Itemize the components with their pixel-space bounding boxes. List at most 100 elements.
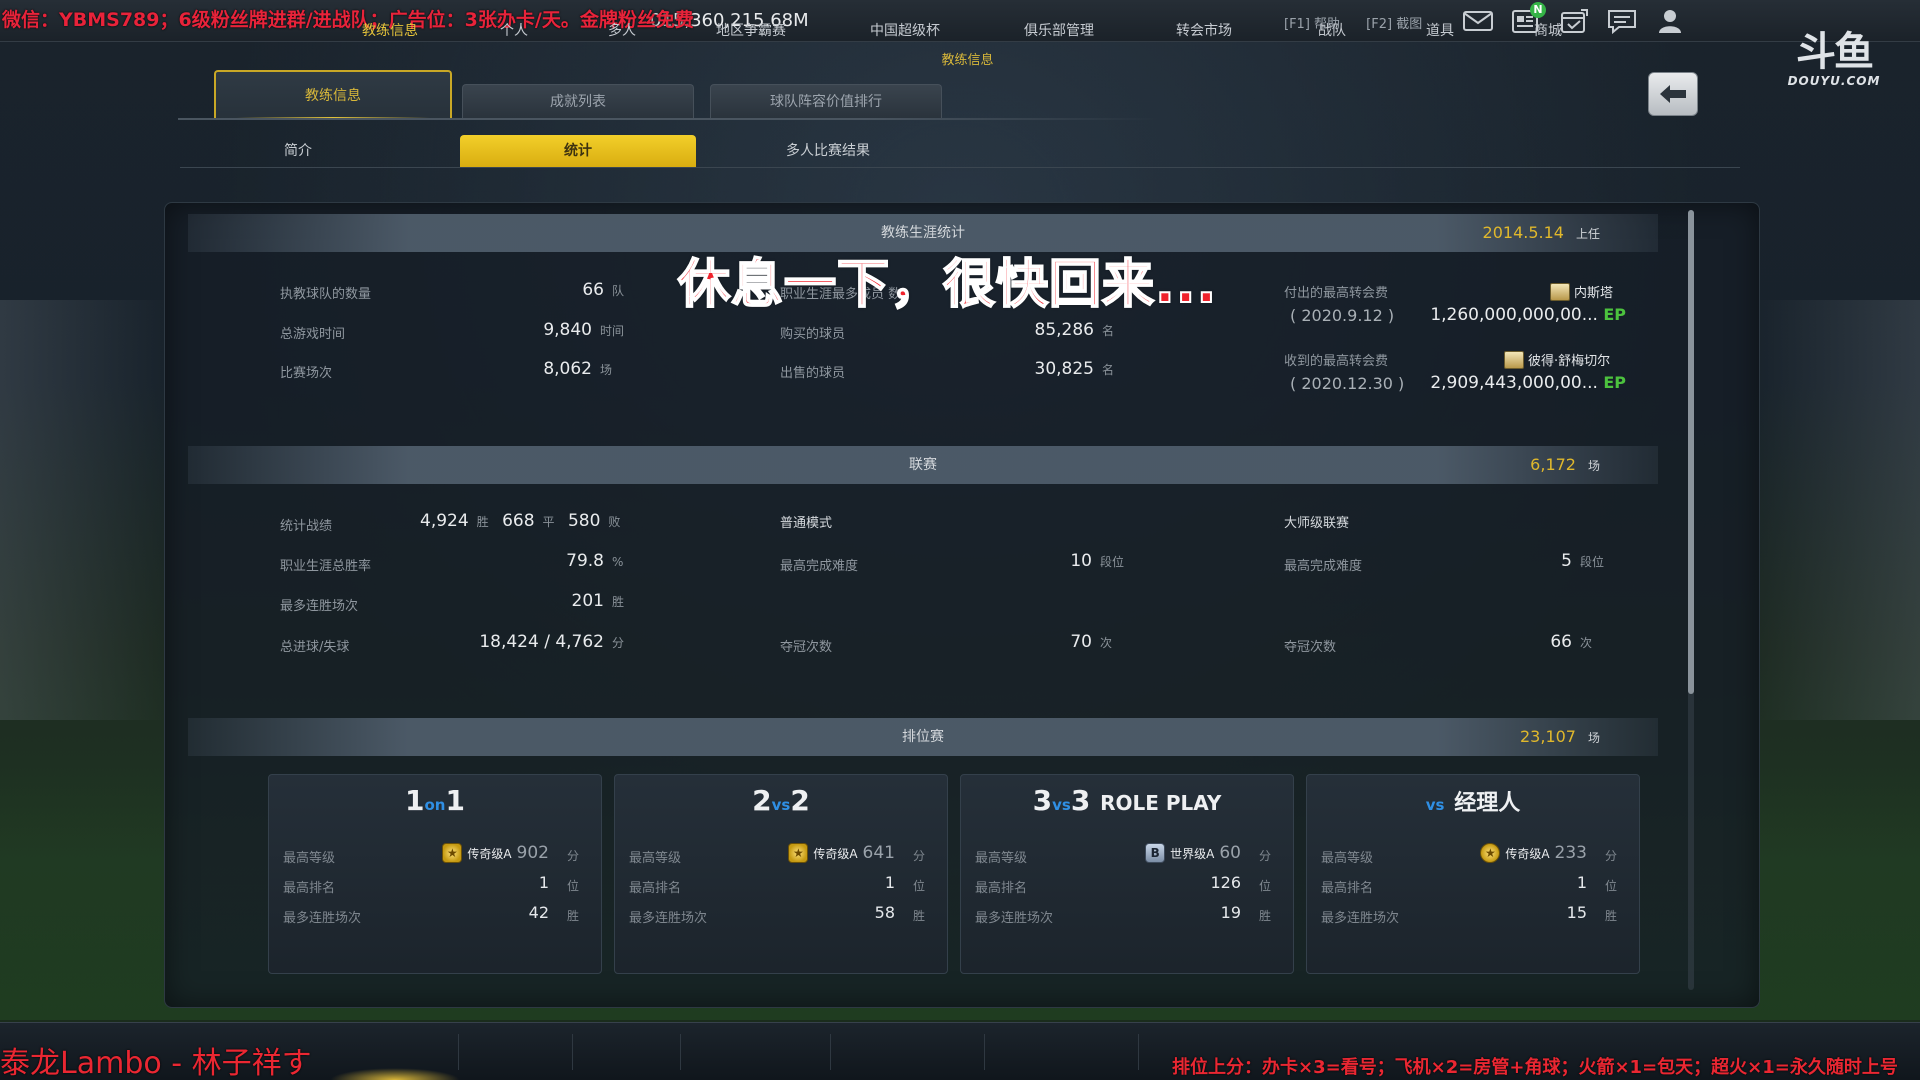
normal-mode-title: 普通模式: [780, 516, 833, 531]
nav-multiplayer[interactable]: 多人: [608, 20, 636, 40]
normal-titles-unit: 次: [1100, 636, 1113, 650]
screenshot-hotkey[interactable]: [F2] 截图: [1366, 17, 1422, 32]
grade-name: 传奇级A: [1505, 846, 1550, 861]
normal-titles-value: 70 次: [1000, 632, 1140, 652]
ranked-card-1on1[interactable]: 1on1 最高等级 ★ 传奇级A 902 分 最高排名 1 位 最多连胜场次 42 …: [268, 774, 602, 974]
highest-fee-received-player[interactable]: 彼得·舒梅切尔: [1504, 350, 1610, 369]
nav-single[interactable]: 个人: [500, 20, 528, 40]
normal-titles-number: 70: [1070, 632, 1092, 652]
window-title: 教练信息: [941, 53, 994, 68]
tab-coach-info[interactable]: 教练信息: [214, 70, 452, 120]
master-titles-number: 66: [1550, 632, 1572, 652]
highest-fee-paid-date: ( 2020.9.12 ): [1290, 306, 1395, 325]
teams-coached-unit: 队: [612, 284, 625, 298]
nav-divider: [1138, 1034, 1139, 1070]
career-winrate-number: 79.8: [566, 551, 604, 571]
streak-unit: 胜: [1604, 909, 1617, 923]
league-record-label: 统计战绩: [280, 519, 333, 534]
nav-items[interactable]: 道具: [1426, 20, 1454, 40]
nav-divider: [572, 1034, 573, 1070]
star-medal-icon: ★: [1480, 843, 1501, 863]
subtab-divider: [180, 167, 1740, 168]
win-streak-label: 最多连胜场次: [283, 911, 362, 926]
subtab-multiplayer-results[interactable]: 多人比赛结果: [710, 135, 946, 167]
ranked-total-unit: 场: [1587, 731, 1600, 745]
highest-grade-label: 最高等级: [1321, 851, 1374, 866]
nav-divider: [984, 1034, 985, 1070]
highest-fee-received-label: 收到的最高转会费: [1284, 354, 1389, 369]
card-title-mid: vs: [1425, 796, 1445, 814]
nav-divider: [458, 1034, 459, 1070]
goals-value: 18,424 / 4,762 分: [420, 632, 640, 652]
highest-grade-value: ★ 传奇级A 233: [1480, 843, 1587, 863]
card-title-part: 3: [1070, 784, 1091, 817]
ranked-total: 23,107 场: [1520, 718, 1600, 757]
matches-played-number: 8,062: [543, 359, 592, 379]
subtab-stats[interactable]: 统计: [460, 135, 696, 167]
highest-fee-paid-player[interactable]: 内斯塔: [1550, 282, 1613, 301]
streak-unit: 胜: [1258, 909, 1271, 923]
nav-regional-battle[interactable]: 地区争霸赛: [716, 20, 786, 40]
nav-team[interactable]: 战队: [1318, 20, 1346, 40]
normal-difficulty-value: 10 段位: [1000, 551, 1140, 571]
chat-icon[interactable]: [1606, 6, 1638, 36]
ranked-card-vs-manager[interactable]: vs 经理人 最高等级 ★ 传奇级A 233 分 最高排名 1 位 最多连胜场次 1…: [1306, 774, 1640, 974]
league-draws: 668: [502, 511, 535, 531]
scrollbar-thumb[interactable]: [1688, 210, 1694, 694]
league-record-value: 4,924 胜 668 平 580 败: [420, 511, 640, 531]
career-winrate-value: 79.8%: [480, 551, 640, 571]
ranked-section-title: 排位赛: [902, 729, 944, 745]
active-nav-glow: [330, 1068, 460, 1080]
win-streak-value: 19: [1220, 903, 1241, 922]
total-playtime-number: 9,840: [543, 320, 592, 340]
win-streak-label: 最多连胜场次: [629, 911, 708, 926]
profile-icon[interactable]: [1654, 6, 1686, 36]
highest-fee-paid-value: 1,260,000,000,00... EP: [1420, 305, 1626, 325]
highest-fee-paid-player-name: 内斯塔: [1574, 286, 1614, 301]
player-card-icon: [1504, 350, 1524, 369]
matches-played-value: 8,062 场: [480, 359, 640, 379]
nav-transfer-market[interactable]: 转会市场: [1176, 20, 1232, 40]
highest-rank-value: 1: [884, 873, 895, 892]
master-titles-label: 夺冠次数: [1284, 640, 1337, 655]
highest-fee-paid-currency: EP: [1603, 305, 1626, 324]
win-streak-label: 最多连胜场次: [280, 599, 359, 614]
nav-club-management[interactable]: 俱乐部管理: [1024, 20, 1094, 40]
highest-rank-label: 最高排名: [283, 881, 336, 896]
highest-fee-received-value: 2,909,443,000,00... EP: [1420, 373, 1626, 393]
nav-divider: [680, 1034, 681, 1070]
back-button[interactable]: [1648, 72, 1698, 116]
league-losses-unit: 败: [608, 515, 621, 529]
highest-rank-label: 最高排名: [629, 881, 682, 896]
grade-points: 641: [862, 843, 895, 863]
tab-squad-value-ranking[interactable]: 球队阵容价值排行: [710, 84, 942, 118]
ranked-card-3vs3-roleplay[interactable]: 3vs3 ROLE PLAY 最高等级 B 世界级A 60 分 最高排名 126 位…: [960, 774, 1294, 974]
grade-points: 60: [1219, 843, 1241, 863]
master-difficulty-unit: 段位: [1580, 555, 1605, 569]
career-start: 2014.5.14 上任: [1483, 214, 1600, 253]
tab-achievements[interactable]: 成就列表: [462, 84, 694, 118]
league-section-header: 联赛 6,172 场: [188, 446, 1658, 484]
nav-coach-info[interactable]: 教练信息: [362, 20, 418, 40]
card-title-mode: 经理人: [1454, 791, 1521, 816]
card-title-mid: on: [424, 796, 446, 814]
teams-coached-value: 66 队: [520, 280, 640, 300]
mail-icon[interactable]: [1462, 6, 1494, 36]
normal-titles-label: 夺冠次数: [780, 640, 833, 655]
career-start-label: 上任: [1575, 227, 1600, 241]
total-playtime-unit: 时间: [600, 324, 625, 338]
player-card-icon: [1550, 282, 1570, 301]
win-streak-label: 最多连胜场次: [1321, 911, 1400, 926]
total-playtime-value: 9,840 时间: [480, 320, 640, 340]
nav-china-supercup[interactable]: 中国超级杯: [870, 20, 940, 40]
nav-shop[interactable]: 商城: [1534, 20, 1562, 40]
grade-name: 世界级A: [1170, 846, 1215, 861]
highest-rank-value: 1: [538, 873, 549, 892]
ranked-card-2vs2[interactable]: 2vs2 最高等级 ★ 传奇级A 641 分 最高排名 1 位 最多连胜场次 58 …: [614, 774, 948, 974]
streamer-name-overlay: 泰龙Lambo - 林子祥す: [0, 1046, 312, 1080]
card-title-part: 2: [790, 784, 810, 817]
panel-scrollbar[interactable]: [1688, 210, 1694, 990]
subtab-intro[interactable]: 简介: [180, 135, 416, 167]
master-difficulty-number: 5: [1561, 551, 1572, 571]
calendar-icon[interactable]: [1558, 6, 1590, 36]
